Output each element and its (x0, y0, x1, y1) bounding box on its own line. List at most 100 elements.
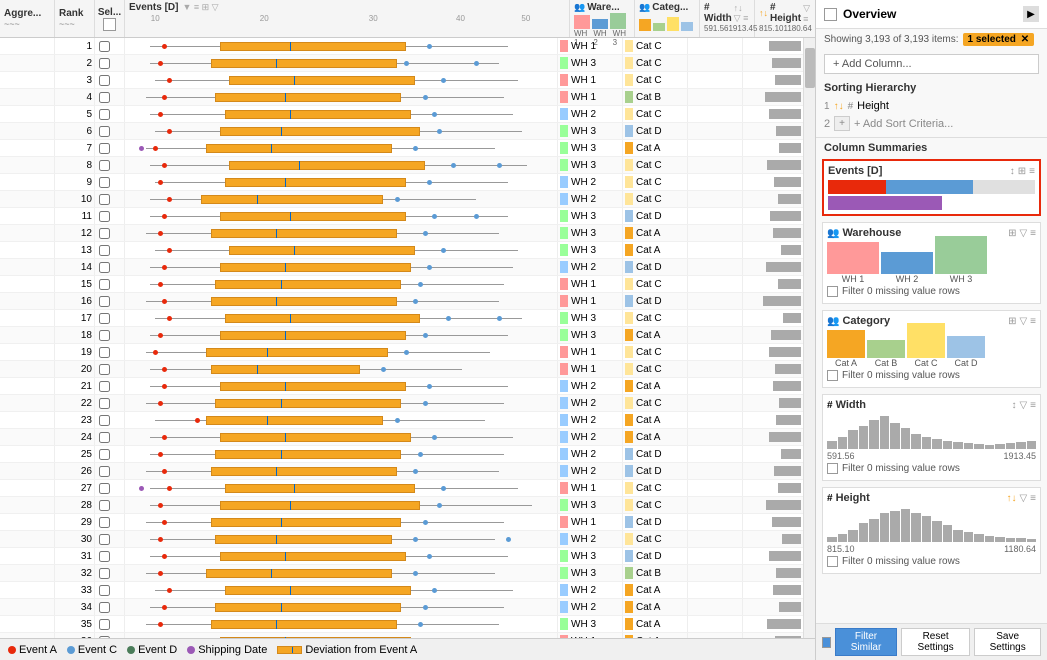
table-row[interactable]: 1 WH 1 Cat C (0, 38, 803, 55)
events-table-icon[interactable]: ⊞ (1018, 166, 1026, 177)
wh-filter-checkbox[interactable] (827, 286, 838, 297)
wh-more-icon[interactable]: ≡ (1030, 228, 1036, 239)
cell-sel[interactable] (95, 89, 125, 105)
table-row[interactable]: 29 WH 1 Cat D (0, 514, 803, 531)
events-sort-icon[interactable]: ↕ (1010, 166, 1015, 177)
select-all-checkbox[interactable] (103, 18, 116, 31)
table-scroll[interactable]: 1 WH 1 Cat C 2 (0, 38, 803, 638)
cell-sel[interactable] (95, 242, 125, 258)
panel-toggle[interactable]: ▶ (1023, 6, 1039, 22)
table-row[interactable]: 21 WH 2 Cat A (0, 378, 803, 395)
width-sort-icon[interactable]: ↕ (1011, 400, 1016, 411)
cell-sel[interactable] (95, 514, 125, 530)
table-row[interactable]: 19 WH 1 Cat C (0, 344, 803, 361)
table-row[interactable]: 34 WH 2 Cat A (0, 599, 803, 616)
col-header-aggre[interactable]: Aggre... ~~~ (0, 0, 55, 37)
table-row[interactable]: 13 WH 3 Cat A (0, 242, 803, 259)
table-row[interactable]: 12 WH 3 Cat A (0, 225, 803, 242)
reset-settings-button[interactable]: Reset Settings (901, 628, 970, 656)
table-row[interactable]: 8 WH 3 Cat C (0, 157, 803, 174)
cell-sel[interactable] (95, 208, 125, 224)
cell-sel[interactable] (95, 480, 125, 496)
cell-sel[interactable] (95, 327, 125, 343)
add-column-button[interactable]: + Add Column... (824, 54, 1039, 74)
cell-sel[interactable] (95, 531, 125, 547)
badge-close[interactable]: ✕ (1021, 34, 1029, 45)
cell-sel[interactable] (95, 123, 125, 139)
table-row[interactable]: 5 WH 2 Cat C (0, 106, 803, 123)
table-row[interactable]: 28 WH 3 Cat C (0, 497, 803, 514)
table-row[interactable]: 4 WH 1 Cat B (0, 89, 803, 106)
height-sort-icon[interactable]: ↑↓ (1006, 493, 1016, 504)
table-row[interactable]: 7 WH 3 Cat A (0, 140, 803, 157)
height-filter-checkbox[interactable] (827, 556, 838, 567)
cell-sel[interactable] (95, 361, 125, 377)
width-filter-checkbox[interactable] (827, 463, 838, 474)
table-row[interactable]: 30 WH 2 Cat C (0, 531, 803, 548)
save-settings-button[interactable]: Save Settings (974, 628, 1041, 656)
cell-sel[interactable] (95, 378, 125, 394)
cat-table-icon[interactable]: ⊞ (1008, 316, 1016, 327)
cell-sel[interactable] (95, 395, 125, 411)
table-row[interactable]: 10 WH 2 Cat C (0, 191, 803, 208)
cell-sel[interactable] (95, 344, 125, 360)
cell-sel[interactable] (95, 140, 125, 156)
cell-sel[interactable] (95, 225, 125, 241)
col-header-warehouse[interactable]: 👥 Ware... WH 1WH 2WH 3 (570, 0, 635, 37)
cell-sel[interactable] (95, 616, 125, 632)
table-row[interactable]: 9 WH 2 Cat C (0, 174, 803, 191)
col-header-width[interactable]: # Width ↑↓ ▽ ≡ 591.56 1913.45 (700, 0, 755, 37)
filter-similar-button[interactable]: Filter Similar (835, 628, 897, 656)
cat-filter-checkbox[interactable] (827, 370, 838, 381)
col-header-category[interactable]: 👥 Categ... (635, 0, 700, 37)
table-row[interactable]: 27 WH 1 Cat C (0, 480, 803, 497)
cell-sel[interactable] (95, 497, 125, 513)
table-row[interactable]: 22 WH 2 Cat C (0, 395, 803, 412)
cell-sel[interactable] (95, 157, 125, 173)
table-row[interactable]: 24 WH 2 Cat A (0, 429, 803, 446)
table-row[interactable]: 18 WH 3 Cat A (0, 327, 803, 344)
cell-sel[interactable] (95, 55, 125, 71)
table-row[interactable]: 25 WH 2 Cat D (0, 446, 803, 463)
col-header-sel[interactable]: Sel... (95, 0, 125, 37)
height-more-icon[interactable]: ≡ (1030, 493, 1036, 504)
selected-badge[interactable]: 1 selected ✕ (963, 33, 1035, 46)
cell-sel[interactable] (95, 633, 125, 638)
cell-sel[interactable] (95, 276, 125, 292)
table-row[interactable]: 15 WH 1 Cat C (0, 276, 803, 293)
overview-checkbox[interactable] (824, 8, 837, 21)
cell-sel[interactable] (95, 429, 125, 445)
table-row[interactable]: 33 WH 2 Cat A (0, 582, 803, 599)
cell-sel[interactable] (95, 174, 125, 190)
height-filter-icon[interactable]: ▽ (1019, 493, 1027, 504)
table-row[interactable]: 11 WH 3 Cat D (0, 208, 803, 225)
cell-sel[interactable] (95, 293, 125, 309)
cell-sel[interactable] (95, 259, 125, 275)
cell-sel[interactable] (95, 106, 125, 122)
cell-sel[interactable] (95, 446, 125, 462)
cell-sel[interactable] (95, 412, 125, 428)
cell-sel[interactable] (95, 38, 125, 54)
events-more-icon[interactable]: ≡ (1029, 166, 1035, 177)
table-row[interactable]: 17 WH 3 Cat C (0, 310, 803, 327)
table-row[interactable]: 32 WH 3 Cat B (0, 565, 803, 582)
col-header-events[interactable]: Events [D] ▼ ≡ ⊞ ▽ 10 20 30 40 50 (125, 0, 570, 37)
table-row[interactable]: 6 WH 3 Cat D (0, 123, 803, 140)
table-row[interactable]: 31 WH 3 Cat D (0, 548, 803, 565)
table-row[interactable]: 23 WH 2 Cat A (0, 412, 803, 429)
wh-filter-icon[interactable]: ▽ (1019, 228, 1027, 239)
vertical-scrollbar[interactable] (803, 38, 815, 638)
cell-sel[interactable] (95, 582, 125, 598)
table-row[interactable]: 2 WH 3 Cat C (0, 55, 803, 72)
scrollbar-thumb[interactable] (805, 48, 815, 88)
cell-sel[interactable] (95, 599, 125, 615)
cat-filter-icon[interactable]: ▽ (1019, 316, 1027, 327)
table-row[interactable]: 16 WH 1 Cat D (0, 293, 803, 310)
width-filter-icon[interactable]: ▽ (1019, 400, 1027, 411)
cell-sel[interactable] (95, 72, 125, 88)
add-sort-button[interactable]: + (834, 116, 850, 131)
cell-sel[interactable] (95, 565, 125, 581)
table-row[interactable]: 14 WH 2 Cat D (0, 259, 803, 276)
col-header-height[interactable]: ↑↓ # Height ▽ ≡ 815.10 1180.64 (755, 0, 815, 37)
width-more-icon[interactable]: ≡ (1030, 400, 1036, 411)
